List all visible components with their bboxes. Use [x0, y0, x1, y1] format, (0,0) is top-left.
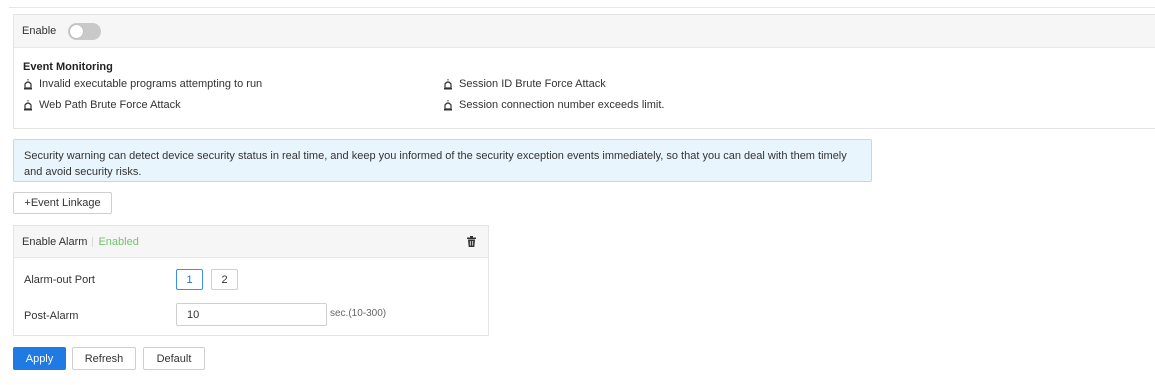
enable-row: Enable	[14, 15, 1155, 48]
event-item: Invalid executable programs attempting t…	[23, 78, 262, 90]
event-item: Session connection number exceeds limit.	[443, 99, 664, 111]
alarm-port-2-button[interactable]: 2	[211, 269, 238, 290]
refresh-button[interactable]: Refresh	[72, 347, 136, 370]
alarm-status-label: Enabled	[98, 235, 139, 248]
enable-toggle[interactable]	[68, 22, 102, 40]
add-event-linkage-button[interactable]: +Event Linkage	[13, 192, 112, 214]
event-label: Invalid executable programs attempting t…	[39, 78, 263, 90]
event-label: Session connection number exceeds limit.	[459, 99, 665, 111]
event-item: Session ID Brute Force Attack	[443, 78, 606, 90]
post-alarm-label: Post-Alarm	[24, 310, 79, 322]
enable-label: Enable	[22, 25, 57, 37]
event-monitoring-title: Event Monitoring	[23, 61, 113, 73]
event-label: Session ID Brute Force Attack	[459, 78, 606, 90]
alarm-light-icon	[24, 99, 32, 110]
enable-section: Enable Event Monitoring Invalid executab…	[13, 14, 1155, 129]
alarm-card-header: Enable Alarm Enabled	[14, 226, 488, 258]
event-label: Web Path Brute Force Attack	[39, 99, 181, 111]
alarm-port-1-button[interactable]: 1	[176, 269, 203, 290]
event-item: Web Path Brute Force Attack	[23, 99, 181, 111]
security-info-banner: Security warning can detect device secur…	[13, 139, 872, 182]
toggle-knob	[70, 24, 84, 38]
alarm-light-icon	[24, 78, 32, 89]
alarm-card-title: Enable Alarm	[22, 235, 88, 248]
post-alarm-input[interactable]	[176, 303, 327, 326]
trash-icon[interactable]	[467, 236, 476, 247]
alarm-light-icon	[444, 99, 452, 110]
apply-button[interactable]: Apply	[13, 347, 66, 370]
post-alarm-range-hint: sec.(10-300)	[330, 308, 387, 319]
alarm-light-icon	[444, 78, 452, 89]
top-divider	[9, 7, 1155, 8]
alarm-linkage-card: Enable Alarm Enabled Alarm-out Port 1 2 …	[13, 225, 489, 336]
alarm-out-port-label: Alarm-out Port	[24, 274, 95, 286]
default-button[interactable]: Default	[143, 347, 205, 370]
header-separator	[92, 236, 94, 247]
